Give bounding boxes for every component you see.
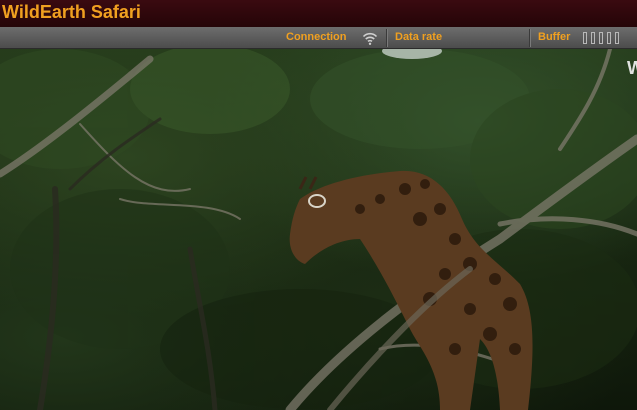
video-stream[interactable]: WILDEARTH.TV [0, 49, 637, 410]
buffer-segment [607, 32, 611, 44]
connection-label: Connection [286, 31, 347, 43]
status-divider [386, 29, 388, 47]
status-divider [529, 29, 531, 47]
wifi-signal-icon [362, 30, 378, 46]
buffer-segment [599, 32, 603, 44]
status-bar: Connection Data rate Buffer [0, 27, 637, 49]
buffer-segment [591, 32, 595, 44]
buffer-segment [615, 32, 619, 44]
data-rate-label: Data rate [395, 31, 443, 43]
title-bar: WildEarth Safari [0, 0, 637, 27]
buffer-label: Buffer [538, 31, 571, 43]
watermark-text: WILDEARTH.TV [627, 58, 637, 78]
app-title: WildEarth Safari [2, 2, 141, 22]
video-frame [0, 49, 637, 410]
buffer-segment [583, 32, 587, 44]
